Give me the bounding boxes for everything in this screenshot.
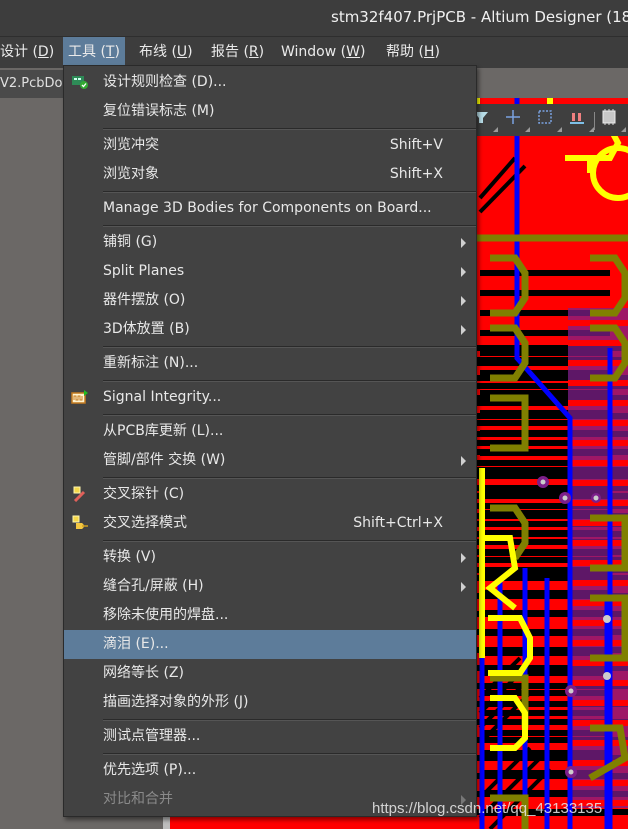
menu-item-via-stitching-shielding[interactable]: 缝合孔/屏蔽 (H): [64, 572, 476, 601]
submenu-arrow-icon: [461, 553, 466, 563]
cross-probe-icon: [73, 486, 86, 502]
document-tab[interactable]: V2.PcbDoc: [0, 70, 64, 98]
menu-separator: [103, 128, 476, 130]
submenu-arrow-icon: [461, 296, 466, 306]
menu-item-3d-body-placement[interactable]: 3D体放置 (B): [64, 315, 476, 344]
menu-item-signal-integrity[interactable]: Signal Integrity...: [64, 383, 476, 412]
component-icon: [602, 109, 616, 125]
menu-item-split-planes[interactable]: Split Planes: [64, 257, 476, 286]
menu-route[interactable]: 布线 (U): [134, 37, 198, 68]
crosshair-icon: [506, 110, 520, 124]
menu-tools[interactable]: 工具 (T): [63, 37, 125, 68]
menu-item-outline-selected-objects[interactable]: 描画选择对象的外形 (J): [64, 688, 476, 717]
menu-item-testpoint-manager[interactable]: 测试点管理器...: [64, 722, 476, 751]
align-icon: [570, 113, 584, 124]
tools-menu: 设计规则检查 (D)... 复位错误标志 (M) 浏览冲突 Shift+V 浏览…: [63, 65, 477, 817]
menu-item-component-placement[interactable]: 器件摆放 (O): [64, 286, 476, 315]
select-rect-button[interactable]: [536, 108, 562, 132]
menu-separator: [103, 414, 476, 416]
submenu-arrow-icon: [461, 456, 466, 466]
menu-separator: [103, 380, 476, 382]
menu-item-convert[interactable]: 转换 (V): [64, 543, 476, 572]
toolbar-separator: [594, 112, 595, 130]
watermark: https://blog.csdn.net/qq_43133135: [372, 800, 603, 817]
menu-item-reset-error-markers[interactable]: 复位错误标志 (M): [64, 97, 476, 126]
menu-design[interactable]: 设计 (D): [0, 37, 59, 68]
menu-item-cross-probe[interactable]: 交叉探针 (C): [64, 480, 476, 509]
menu-item-polygon-pours[interactable]: 铺铜 (G): [64, 228, 476, 257]
menu-separator: [103, 191, 476, 193]
crosshair-button[interactable]: [504, 108, 530, 132]
drc-icon: [72, 76, 88, 89]
pcb-toolbar: [470, 104, 628, 136]
submenu-arrow-icon: [461, 267, 466, 277]
menu-item-pin-part-swapping[interactable]: 管脚/部件 交换 (W): [64, 446, 476, 475]
submenu-arrow-icon: [461, 582, 466, 592]
menu-item-design-rule-check[interactable]: 设计规则检查 (D)...: [64, 68, 476, 97]
menu-item-update-from-pcb-libraries[interactable]: 从PCB库更新 (L)...: [64, 417, 476, 446]
menu-item-teardrops[interactable]: 滴泪 (E)...: [64, 630, 476, 659]
menu-item-preferences[interactable]: 优先选项 (P)...: [64, 756, 476, 785]
menu-item-re-annotate[interactable]: 重新标注 (N)...: [64, 349, 476, 378]
menu-separator: [103, 477, 476, 479]
select-rect-icon: [538, 110, 552, 124]
menu-item-remove-unused-pads[interactable]: 移除未使用的焊盘...: [64, 601, 476, 630]
signal-integrity-icon: [71, 390, 88, 404]
cross-select-icon: [72, 515, 88, 529]
menu-bar: 设计 (D) 工具 (T) 布线 (U) 报告 (R) Window (W) 帮…: [0, 36, 628, 68]
menu-item-browse-violations[interactable]: 浏览冲突 Shift+V: [64, 131, 476, 160]
component-button[interactable]: [600, 108, 626, 132]
left-panel: [0, 100, 64, 829]
menu-separator: [103, 540, 476, 542]
align-button[interactable]: [568, 108, 594, 132]
menu-item-browse-objects[interactable]: 浏览对象 Shift+X: [64, 160, 476, 189]
menu-separator: [103, 225, 476, 227]
menu-window[interactable]: Window (W): [276, 37, 370, 68]
title-bar: stm32f407.PrjPCB - Altium Designer (18.1: [0, 0, 628, 36]
submenu-arrow-icon: [461, 325, 466, 335]
menu-item-cross-select-mode[interactable]: 交叉选择模式 Shift+Ctrl+X: [64, 509, 476, 538]
window-title: stm32f407.PrjPCB - Altium Designer (18.1: [331, 8, 628, 26]
menu-item-manage-3d-bodies[interactable]: Manage 3D Bodies for Components on Board…: [64, 194, 476, 223]
menu-separator: [103, 753, 476, 755]
menu-separator: [103, 719, 476, 721]
menu-separator: [103, 346, 476, 348]
menu-item-equalize-net-lengths[interactable]: 网络等长 (Z): [64, 659, 476, 688]
menu-reports[interactable]: 报告 (R): [206, 37, 269, 68]
menu-help[interactable]: 帮助 (H): [381, 37, 445, 68]
submenu-arrow-icon: [461, 238, 466, 248]
